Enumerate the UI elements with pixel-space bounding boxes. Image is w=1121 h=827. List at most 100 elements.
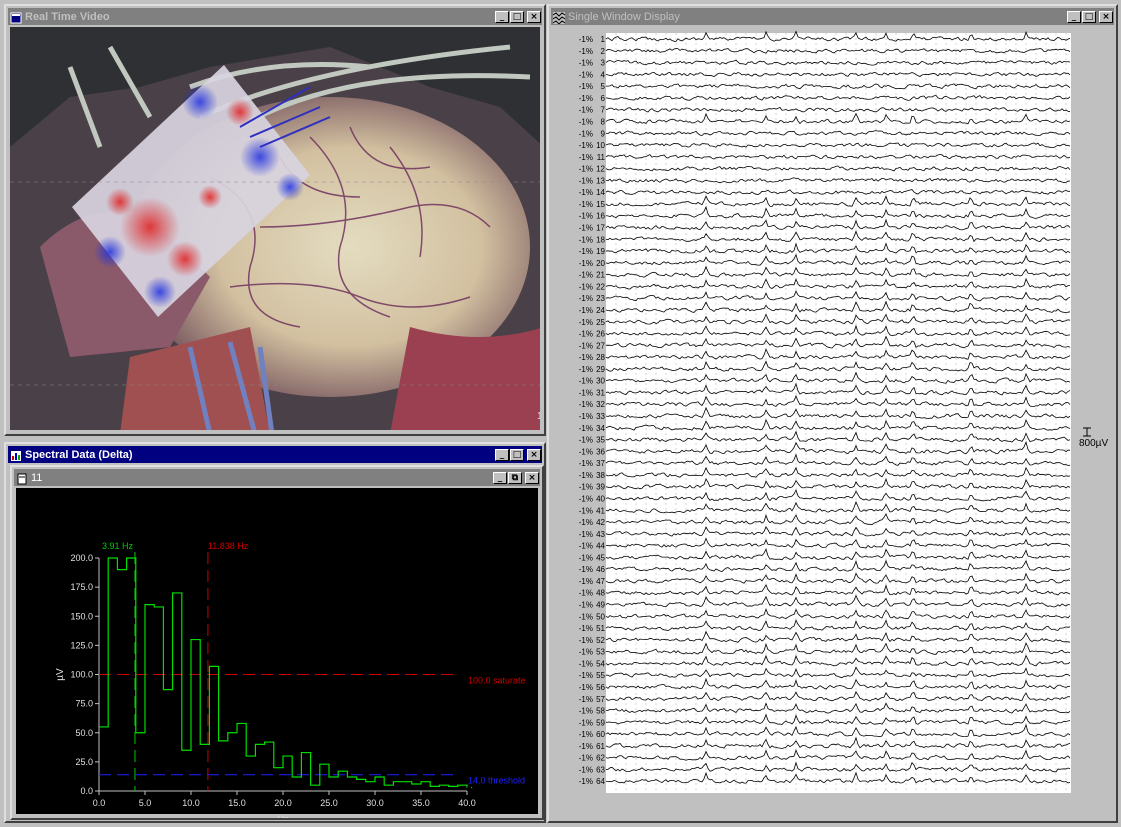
marker-label: 11.838 Hz (208, 541, 249, 551)
close-button[interactable]: × (527, 10, 541, 23)
subwindow-titlebar[interactable]: 11 _ ⧉ × (14, 469, 540, 486)
minimize-button[interactable]: _ (495, 10, 509, 23)
spectrum-point (369, 781, 371, 783)
channel-number-label: 21 (596, 271, 605, 280)
spectrum-point (342, 770, 344, 772)
spectrum-point (185, 749, 187, 751)
x-axis-label: Hz (278, 814, 289, 818)
spectrum-point (333, 776, 335, 778)
scale-label: 800µV (1079, 438, 1108, 449)
channel-scale-label: -1% (579, 436, 593, 445)
channel-scale-label: -1% (579, 683, 593, 692)
channel-number-label: 29 (596, 365, 605, 374)
channel-scale-label: -1% (579, 742, 593, 751)
channel-scale-label: -1% (579, 695, 593, 704)
x-tick-label: 30.0 (366, 798, 384, 808)
channel-scale-label: -1% (579, 754, 593, 763)
channel-scale-label: -1% (579, 47, 593, 56)
restore-button[interactable]: ⧉ (508, 471, 522, 484)
maximize-button[interactable]: □ (1082, 10, 1096, 23)
spectrum-point (277, 767, 279, 769)
channel-scale-label: -1% (579, 612, 593, 621)
eeg-title: Single Window Display (568, 10, 680, 23)
channel-scale-label: -1% (579, 506, 593, 515)
channel-number-label: 7 (601, 106, 606, 115)
channel-number-label: 34 (596, 424, 605, 433)
channel-scale-label: -1% (579, 165, 593, 174)
channel-scale-label: -1% (579, 553, 593, 562)
eeg-titlebar[interactable]: Single Window Display _ □ × (551, 8, 1114, 25)
spectrum-point (176, 592, 178, 594)
channel-number-label: 45 (596, 553, 605, 562)
channel-scale-label: -1% (579, 483, 593, 492)
channel-number-label: 3 (601, 59, 606, 68)
y-tick-label: 100.0 (70, 670, 93, 680)
eeg-traces: -1% 1-1% 2-1% 3-1% 4-1% 5-1% 6-1% 7-1% 8-1% 9-1% 1… (579, 30, 1108, 793)
channel-scale-label: -1% (579, 542, 593, 551)
channel-number-label: 23 (596, 294, 605, 303)
spectral-title: Spectral Data (Delta) (25, 448, 133, 461)
spectrum-point (452, 785, 454, 787)
channel-subwindow: 11 _ ⧉ × 0.0 25.0 50.0 75.0 100.0 125.0 150.0 1… (10, 465, 544, 824)
channel-number-label: 28 (596, 353, 605, 362)
x-tick-label: 40.0 (458, 798, 476, 808)
spectrum-point (461, 784, 463, 786)
channel-scale-label: -1% (579, 730, 593, 739)
close-button[interactable]: × (525, 471, 539, 484)
channel-number-label: 48 (596, 589, 605, 598)
close-button[interactable]: × (527, 448, 541, 461)
x-tick-label: 10.0 (182, 798, 200, 808)
document-icon (16, 472, 28, 484)
brain-video-image: 12 (10, 27, 540, 430)
channel-scale-label: -1% (579, 659, 593, 668)
marker-label: 3.91 Hz (102, 541, 134, 551)
maximize-button[interactable]: □ (510, 448, 524, 461)
minimize-button[interactable]: _ (1067, 10, 1081, 23)
channel-number-label: 1 (601, 35, 606, 44)
channel-number-label: 9 (601, 129, 606, 138)
channel-scale-label: -1% (579, 400, 593, 409)
channel-number-label: 10 (596, 141, 605, 150)
channel-scale-label: -1% (579, 471, 593, 480)
channel-number-label: 43 (596, 530, 605, 539)
channel-scale-label: -1% (579, 117, 593, 126)
y-tick-label: 0.0 (80, 786, 93, 796)
spectral-plot: 0.0 25.0 50.0 75.0 100.0 125.0 150.0 175.0 200.0… (16, 488, 538, 824)
maximize-button[interactable]: □ (510, 10, 524, 23)
x-tick-label: 20.0 (274, 798, 292, 808)
channel-number-label: 12 (596, 165, 605, 174)
spectrum-point (415, 783, 417, 785)
spectrum-point (158, 606, 160, 608)
spectrum-point (406, 781, 408, 783)
x-tick-label: 35.0 (412, 798, 430, 808)
spectrum-point (379, 776, 381, 778)
y-tick-label: 125.0 (70, 640, 93, 650)
spectrum-point (139, 732, 141, 734)
close-button[interactable]: × (1099, 10, 1113, 23)
eeg-traces-panel: -1% 1 -1% 2 -1% 3 -1% 4 -1% 5 -1% 6 -1% 7 -1% 8 -1% 9 -1% 1… (553, 27, 1112, 817)
video-titlebar[interactable]: Real Time Video _ □ × (8, 8, 542, 25)
minimize-button[interactable]: _ (495, 448, 509, 461)
channel-scale-label: -1% (579, 718, 593, 727)
minimize-button[interactable]: _ (493, 471, 507, 484)
channel-number-label: 56 (596, 683, 605, 692)
channel-scale-label: -1% (579, 648, 593, 657)
spectral-titlebar[interactable]: Spectral Data (Delta) _ □ × (8, 446, 542, 463)
y-tick-label: 25.0 (75, 757, 93, 767)
subwindow-title: 11 (31, 471, 43, 484)
spectrum-series (99, 557, 468, 788)
channel-scale-label: -1% (579, 294, 593, 303)
channel-number-label: 63 (596, 765, 605, 774)
spectral-window: Spectral Data (Delta) _ □ × 11 _ ⧉ × 0.0… (4, 442, 546, 824)
channel-number-label: 52 (596, 636, 605, 645)
channel-number-label: 54 (596, 659, 605, 668)
channel-number-label: 36 (596, 447, 605, 456)
channel-scale-label: -1% (579, 259, 593, 268)
channel-scale-label: -1% (579, 82, 593, 91)
channel-number-label: 62 (596, 754, 605, 763)
channel-scale-label: -1% (579, 624, 593, 633)
channel-scale-label: -1% (579, 330, 593, 339)
channel-number-label: 31 (596, 388, 605, 397)
channel-scale-label: -1% (579, 589, 593, 598)
spectrum-point (167, 689, 169, 691)
